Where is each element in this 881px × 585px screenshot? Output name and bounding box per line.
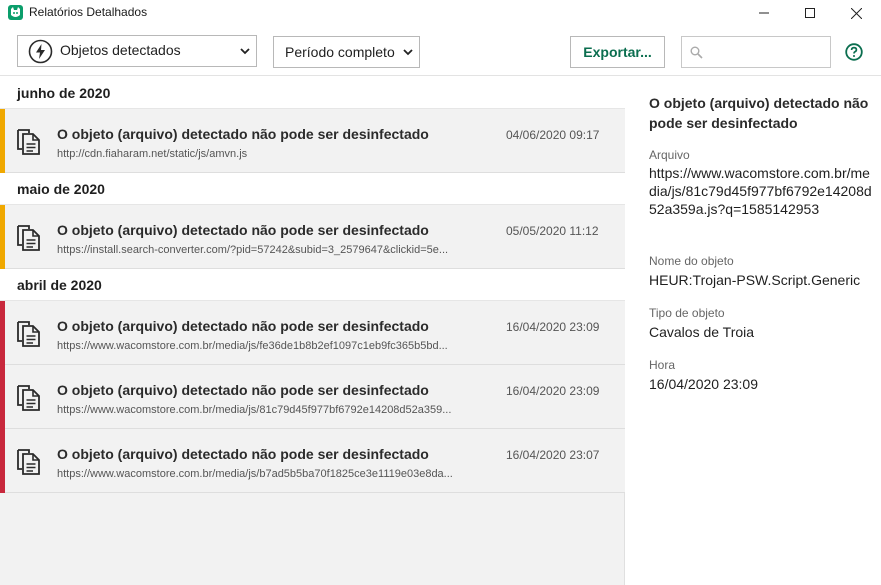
search-box[interactable] [681,36,831,68]
lightning-icon [28,39,53,64]
help-icon[interactable] [845,43,863,61]
item-title: O objeto (arquivo) detectado não pode se… [57,446,429,462]
list-item[interactable]: O objeto (arquivo) detectado não pode se… [0,365,625,429]
time-value: 16/04/2020 23:09 [649,376,758,392]
objects-filter-dropdown[interactable]: Objetos detectados [17,35,257,67]
item-url: https://www.wacomstore.com.br/media/js/b… [57,468,453,480]
severity-bar [0,365,5,429]
group-header: junho de 2020 [0,77,625,109]
export-button[interactable]: Exportar... [570,36,665,68]
group-header: abril de 2020 [0,269,625,301]
list-item[interactable]: O objeto (arquivo) detectado não pode se… [0,109,625,173]
close-button[interactable] [833,0,879,26]
files-icon [17,321,40,347]
window-title: Relatórios Detalhados [29,5,148,19]
severity-bar [0,301,5,365]
list-item[interactable]: O objeto (arquivo) detectado não pode se… [0,205,625,269]
item-url: https://www.wacomstore.com.br/media/js/8… [57,404,452,416]
object-name-label: Nome do objeto [649,254,734,268]
severity-bar [0,109,5,173]
maximize-icon [805,8,815,18]
app-logo-icon [8,5,23,20]
item-date: 16/04/2020 23:07 [506,448,600,462]
item-date: 04/06/2020 09:17 [506,128,600,142]
search-input[interactable] [706,43,824,61]
list-item[interactable]: O objeto (arquivo) detectado não pode se… [0,429,625,493]
item-url: https://install.search-converter.com/?pi… [57,244,449,256]
objects-filter-label: Objetos detectados [60,42,181,58]
detail-title: O objeto (arquivo) detectado não pode se… [649,95,869,131]
item-date: 05/05/2020 11:12 [506,224,599,238]
list-item[interactable]: O objeto (arquivo) detectado não pode se… [0,301,625,365]
item-url: https://www.wacomstore.com.br/media/js/f… [57,340,448,352]
detail-panel: O objeto (arquivo) detectado não pode se… [626,77,881,585]
files-icon [17,449,40,475]
toolbar: Objetos detectados Período completo Expo… [0,26,881,76]
search-icon [690,46,703,59]
period-filter-dropdown[interactable]: Período completo [273,36,420,68]
title-bar: Relatórios Detalhados [0,0,881,26]
minimize-icon [759,12,769,14]
item-title: O objeto (arquivo) detectado não pode se… [57,382,429,398]
chevron-down-icon [240,48,250,55]
files-icon [17,225,40,251]
file-value: https://www.wacomstore.com.br/media/js/8… [649,165,872,217]
report-list: junho de 2020 O objeto (arquivo) detecta… [0,77,625,585]
files-icon [17,385,40,411]
object-type-value: Cavalos de Troia [649,324,755,340]
severity-bar [0,205,5,269]
object-type-label: Tipo de objeto [649,306,725,320]
file-label: Arquivo [649,148,690,162]
period-filter-label: Período completo [285,44,395,60]
object-name-value: HEUR:Trojan-PSW.Script.Generic [649,272,861,288]
item-date: 16/04/2020 23:09 [506,320,600,334]
group-header: maio de 2020 [0,173,625,205]
files-icon [17,129,40,155]
item-url: http://cdn.fiaharam.net/static/js/amvn.j… [57,148,248,160]
time-label: Hora [649,358,676,372]
maximize-button[interactable] [787,0,833,26]
close-icon [850,7,862,19]
chevron-down-icon [403,49,413,56]
severity-bar [0,429,5,493]
item-title: O objeto (arquivo) detectado não pode se… [57,126,429,142]
minimize-button[interactable] [741,0,787,26]
item-date: 16/04/2020 23:09 [506,384,600,398]
item-title: O objeto (arquivo) detectado não pode se… [57,222,429,238]
item-title: O objeto (arquivo) detectado não pode se… [57,318,429,334]
